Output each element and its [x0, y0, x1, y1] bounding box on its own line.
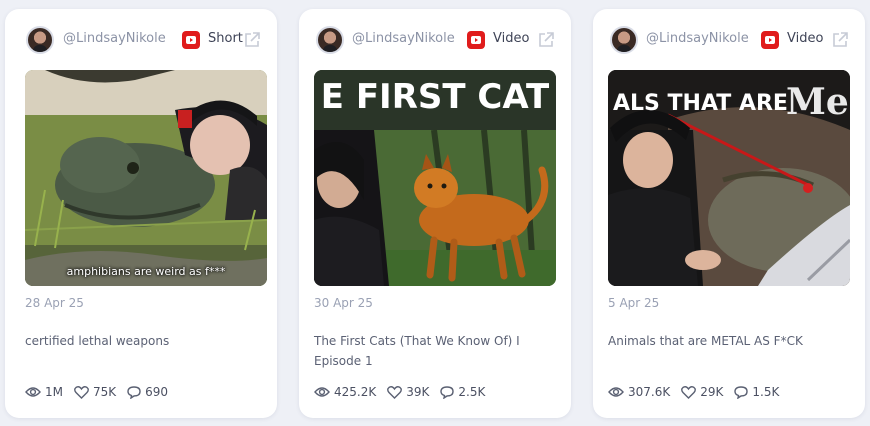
- youtube-icon: [467, 31, 485, 49]
- likes-stat: 39K: [387, 385, 429, 399]
- youtube-icon: [761, 31, 779, 49]
- channel-handle[interactable]: @LindsayNikole: [646, 31, 749, 46]
- post-card[interactable]: @LindsayNikole Short amphibians are weir…: [5, 9, 277, 418]
- thumbnail-title-text-2: Me: [786, 81, 849, 123]
- heart-icon: [387, 385, 403, 399]
- content-type-label: Short: [208, 31, 243, 46]
- likes-count: 29K: [700, 385, 724, 399]
- views-stat: 425.2K: [314, 385, 376, 399]
- youtube-icon: [182, 31, 200, 49]
- channel-handle[interactable]: @LindsayNikole: [63, 31, 166, 46]
- avatar[interactable]: [316, 26, 344, 54]
- post-date: 30 Apr 25: [314, 296, 373, 310]
- avatar[interactable]: [610, 26, 638, 54]
- post-stats: 307.6K 29K 1.5K: [608, 385, 790, 399]
- post-description: The First Cats (That We Know Of) I Episo…: [314, 334, 520, 368]
- views-count: 1M: [45, 385, 63, 399]
- heart-icon: [74, 385, 89, 399]
- external-link-icon[interactable]: [537, 31, 555, 49]
- eye-icon: [608, 387, 624, 397]
- comments-stat: 1.5K: [734, 385, 779, 399]
- comments-count: 1.5K: [752, 385, 780, 399]
- heart-icon: [681, 385, 697, 399]
- likes-count: 39K: [406, 385, 430, 399]
- thumbnail-title-text: ALS THAT ARE: [613, 91, 788, 116]
- post-description: certified lethal weapons: [25, 334, 170, 348]
- card-header: @LindsayNikole Video: [299, 9, 571, 71]
- external-link-icon[interactable]: [831, 31, 849, 49]
- comment-icon: [127, 385, 141, 399]
- video-thumbnail[interactable]: E FIRST CAT: [314, 70, 556, 286]
- channel-handle[interactable]: @LindsayNikole: [352, 31, 455, 46]
- card-header: @LindsayNikole Video: [593, 9, 865, 71]
- eye-icon: [25, 387, 41, 397]
- eye-icon: [314, 387, 330, 397]
- content-type-label: Video: [493, 31, 530, 46]
- post-date: 28 Apr 25: [25, 296, 84, 310]
- post-card[interactable]: @LindsayNikole Video E FIRST CAT 30 Apr …: [299, 9, 571, 418]
- post-card[interactable]: @LindsayNikole Video ALS THAT ARE Me 5 A…: [593, 9, 865, 418]
- likes-stat: 75K: [74, 385, 116, 399]
- post-description: Animals that are METAL AS F*CK: [608, 334, 803, 348]
- post-stats: 425.2K 39K 2.5K: [314, 385, 496, 399]
- external-link-icon[interactable]: [243, 31, 261, 49]
- comment-icon: [734, 385, 749, 399]
- comment-icon: [440, 385, 455, 399]
- video-thumbnail[interactable]: amphibians are weird as f***: [25, 70, 267, 286]
- views-stat: 307.6K: [608, 385, 670, 399]
- thumbnail-caption: amphibians are weird as f***: [66, 265, 226, 278]
- views-stat: 1M: [25, 385, 63, 399]
- post-date: 5 Apr 25: [608, 296, 660, 310]
- likes-count: 75K: [93, 385, 117, 399]
- comments-count: 2.5K: [458, 385, 486, 399]
- avatar[interactable]: [26, 26, 54, 54]
- comments-stat: 2.5K: [440, 385, 485, 399]
- content-type-label: Video: [787, 31, 824, 46]
- likes-stat: 29K: [681, 385, 723, 399]
- comments-count: 690: [145, 385, 169, 399]
- views-count: 425.2K: [334, 385, 377, 399]
- thumbnail-title-text: E FIRST CAT: [321, 77, 550, 117]
- card-header: @LindsayNikole Short: [5, 9, 277, 71]
- video-thumbnail[interactable]: ALS THAT ARE Me: [608, 70, 850, 286]
- post-stats: 1M 75K 690: [25, 385, 179, 399]
- views-count: 307.6K: [628, 385, 671, 399]
- comments-stat: 690: [127, 385, 168, 399]
